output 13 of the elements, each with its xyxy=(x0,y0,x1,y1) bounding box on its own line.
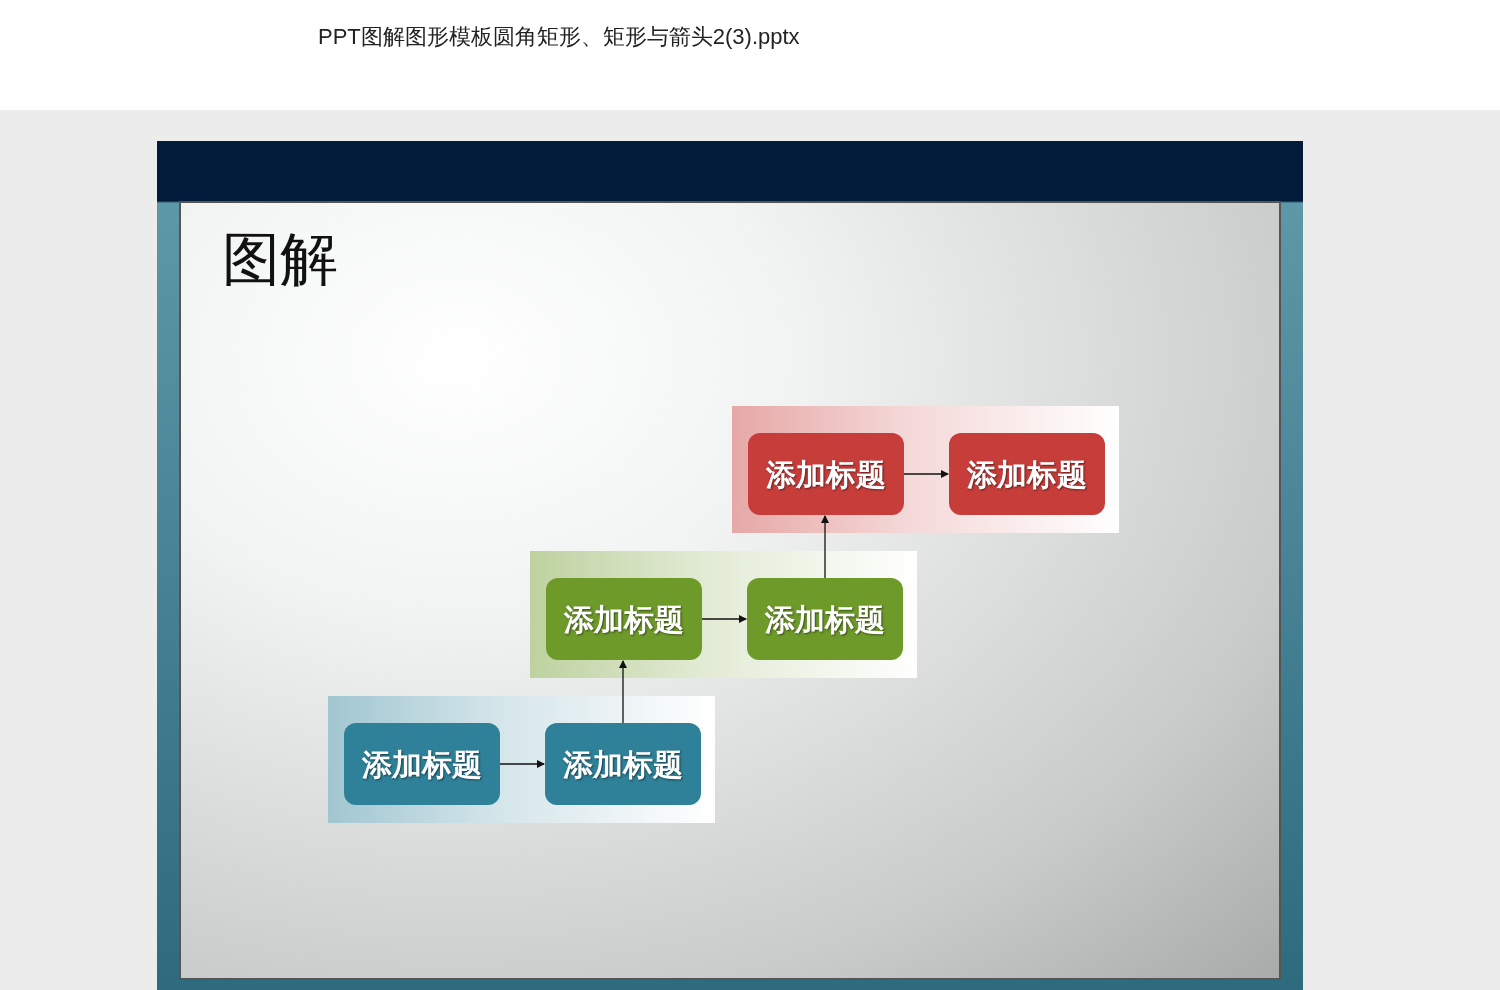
flow-step: 添加标题 xyxy=(748,433,904,515)
arrow xyxy=(499,760,545,768)
arrow xyxy=(903,470,949,478)
flow-step: 添加标题 xyxy=(747,578,903,660)
flow-step: 添加标题 xyxy=(344,723,500,805)
flow-step: 添加标题 xyxy=(949,433,1105,515)
file-name: PPT图解图形模板圆角矩形、矩形与箭头2(3).pptx xyxy=(318,24,800,49)
arrow xyxy=(701,615,747,623)
flow-step: 添加标题 xyxy=(545,723,701,805)
flow-step: 添加标题 xyxy=(546,578,702,660)
arrow xyxy=(821,515,829,579)
arrow xyxy=(619,660,627,724)
slide-title: 图解 xyxy=(222,227,338,291)
